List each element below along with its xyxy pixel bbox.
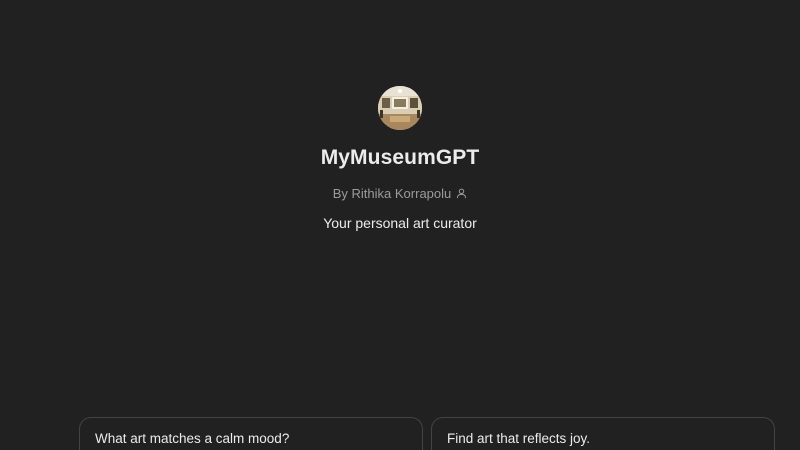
starter-label: What art matches a calm mood? (95, 431, 290, 446)
gpt-profile: MyMuseumGPT By Rithika Korrapolu Your pe… (0, 86, 800, 231)
gpt-landing-page: MyMuseumGPT By Rithika Korrapolu Your pe… (0, 0, 800, 450)
gpt-avatar (378, 86, 422, 130)
museum-gallery-image (378, 86, 422, 130)
gpt-description: Your personal art curator (323, 215, 477, 231)
gpt-author-row: By Rithika Korrapolu (333, 186, 468, 201)
gpt-title: MyMuseumGPT (320, 146, 480, 169)
starter-label: Find art that reflects joy. (447, 431, 591, 446)
gpt-author: By Rithika Korrapolu (332, 186, 452, 201)
conversation-starter-calm-mood[interactable]: What art matches a calm mood? (79, 417, 423, 450)
conversation-starter-joy[interactable]: Find art that reflects joy. (431, 417, 775, 450)
user-icon (456, 188, 467, 199)
